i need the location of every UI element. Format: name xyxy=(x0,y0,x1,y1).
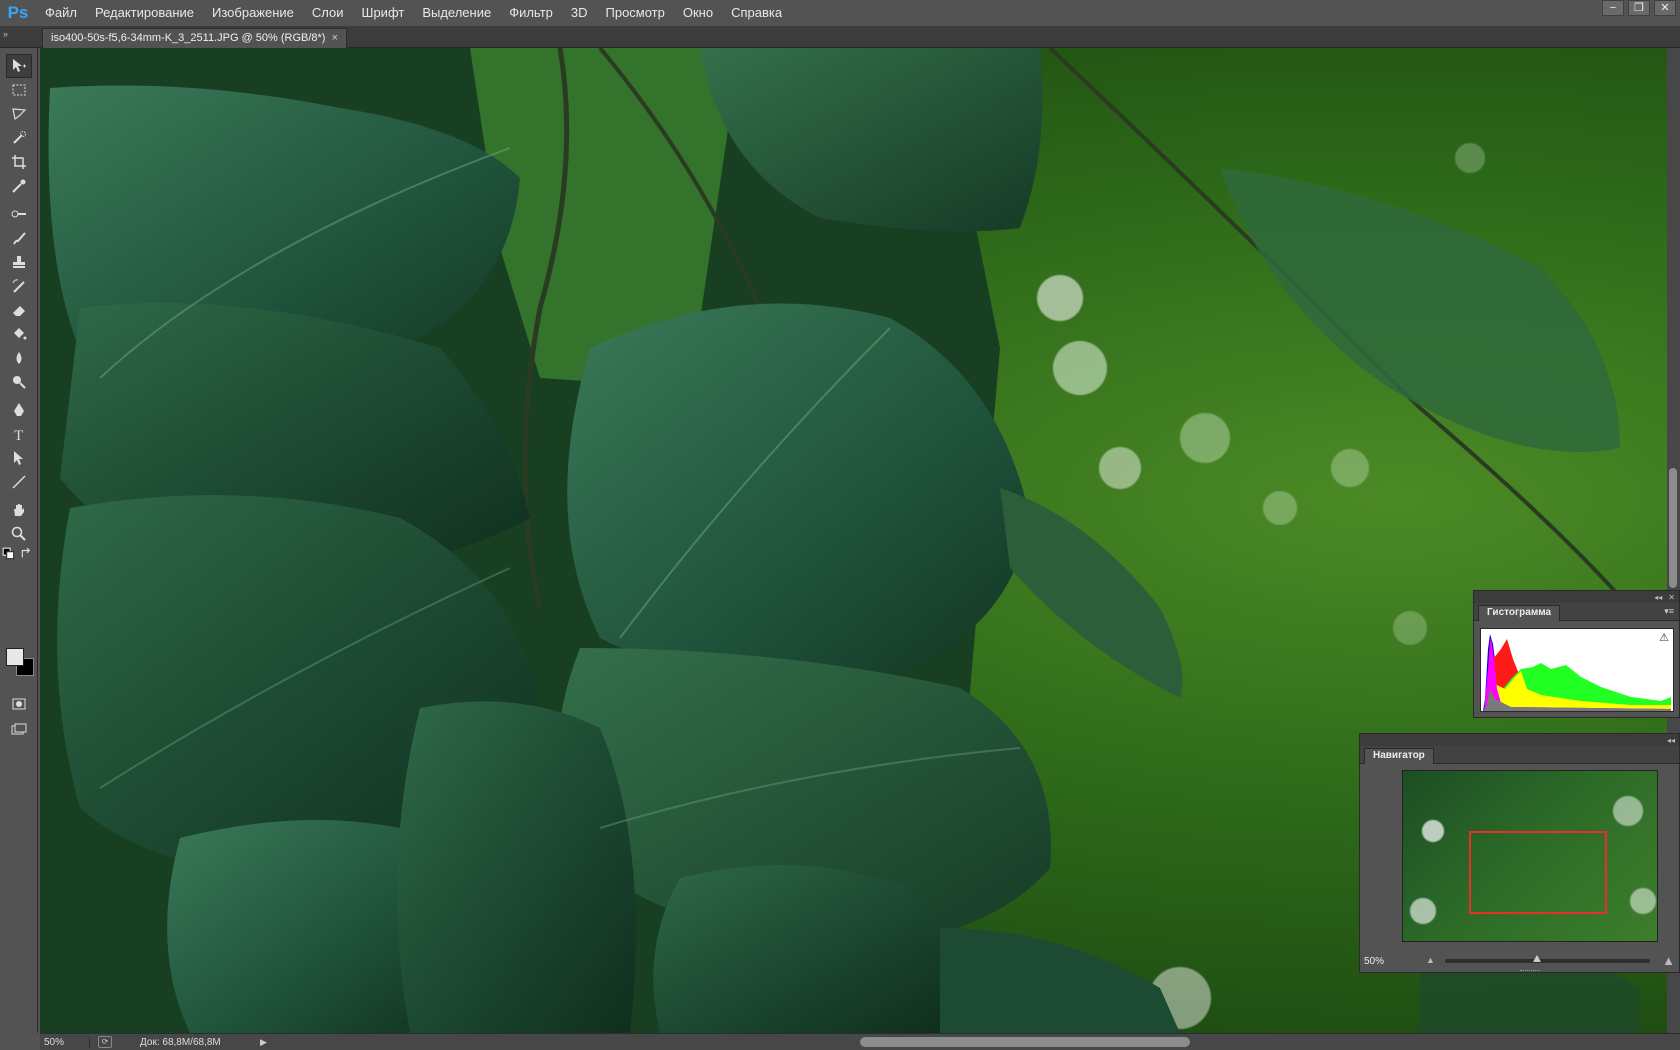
navigator-tab-row: Навигатор xyxy=(1360,746,1679,764)
menu-filter[interactable]: Фильтр xyxy=(500,0,562,26)
histogram-tab-row: Гистограмма ▾≡ xyxy=(1474,603,1679,621)
navigator-zoom-input[interactable]: 50% xyxy=(1360,956,1420,967)
document-tab[interactable]: iso400-50s-f5,6-34mm-K_3_2511.JPG @ 50% … xyxy=(42,28,347,48)
status-bar: 50% ⟳ Док: 68,8M/68,8M ▶ xyxy=(40,1033,1680,1050)
swap-colors-icon[interactable] xyxy=(20,547,34,560)
warning-icon[interactable]: ⚠ xyxy=(1659,631,1669,644)
navigator-thumbnail[interactable] xyxy=(1402,770,1658,942)
lasso-tool-icon[interactable] xyxy=(6,102,32,126)
histogram-titlebar: ◂◂ ✕ xyxy=(1474,591,1679,603)
healing-brush-icon[interactable] xyxy=(6,202,32,226)
collapse-panel-icon[interactable]: ◂◂ xyxy=(1654,593,1662,602)
histogram-graph xyxy=(1483,634,1671,711)
navigator-titlebar: ◂◂ xyxy=(1360,734,1679,746)
clone-stamp-icon[interactable] xyxy=(6,250,32,274)
brush-icon[interactable] xyxy=(6,226,32,250)
status-doc-size: Док: 68,8M/68,8M xyxy=(140,1036,221,1048)
photoshop-logo: Ps xyxy=(7,3,29,22)
zoom-out-icon[interactable]: ▲ xyxy=(1426,955,1435,965)
pen-icon[interactable] xyxy=(6,398,32,422)
line-icon[interactable] xyxy=(6,470,32,494)
panel-menu-icon[interactable]: ▾≡ xyxy=(1664,606,1674,617)
navigator-controls: 50% ▲ ▲ xyxy=(1360,950,1679,972)
move-tool-icon[interactable] xyxy=(6,54,32,78)
restore-button[interactable]: ❐ xyxy=(1628,0,1650,16)
navigator-view-rect[interactable] xyxy=(1469,831,1607,914)
collapse-panel-icon[interactable]: ◂◂ xyxy=(1667,736,1675,745)
svg-text:T: T xyxy=(14,428,23,443)
close-tab-icon[interactable]: × xyxy=(332,29,338,48)
horizontal-scrollbar[interactable] xyxy=(320,1037,1660,1047)
close-panel-icon[interactable]: ✕ xyxy=(1668,593,1675,602)
menu-window[interactable]: Окно xyxy=(674,0,722,26)
path-selection-icon[interactable] xyxy=(6,446,32,470)
eraser-icon[interactable] xyxy=(6,298,32,322)
document-tab-strip: » iso400-50s-f5,6-34mm-K_3_2511.JPG @ 50… xyxy=(0,26,1680,48)
document-tab-title: iso400-50s-f5,6-34mm-K_3_2511.JPG @ 50% … xyxy=(51,32,326,44)
close-button[interactable]: ✕ xyxy=(1654,0,1676,16)
zoom-icon[interactable] xyxy=(6,522,32,546)
menu-layers[interactable]: Слои xyxy=(303,0,353,26)
vertical-scroll-thumb[interactable] xyxy=(1669,468,1677,588)
default-colors-icon[interactable] xyxy=(2,547,16,560)
blur-drop-icon[interactable] xyxy=(6,346,32,370)
histogram-chart: ⚠ xyxy=(1480,628,1674,712)
window-controls: − ❐ ✕ xyxy=(1602,0,1676,16)
zoom-in-icon[interactable]: ▲ xyxy=(1662,953,1675,968)
menu-edit[interactable]: Редактирование xyxy=(86,0,203,26)
navigator-tab[interactable]: Навигатор xyxy=(1364,748,1434,764)
toolbox: T xyxy=(0,48,38,1033)
status-menu-arrow-icon[interactable]: ▶ xyxy=(260,1037,274,1048)
foreground-color[interactable] xyxy=(6,648,24,666)
menu-file[interactable]: Файл xyxy=(36,0,86,26)
history-brush-icon[interactable] xyxy=(6,274,32,298)
horizontal-scroll-thumb[interactable] xyxy=(860,1037,1190,1047)
hand-icon[interactable] xyxy=(6,498,32,522)
menu-3d[interactable]: 3D xyxy=(562,0,597,26)
zoom-slider[interactable] xyxy=(1445,955,1650,963)
navigator-panel: ◂◂ Навигатор 50% ▲ ▲ xyxy=(1359,733,1680,973)
color-swatches[interactable] xyxy=(6,648,36,678)
menu-bar: Ps Файл Редактирование Изображение Слои … xyxy=(0,0,1680,26)
minimize-button[interactable]: − xyxy=(1602,0,1624,16)
expand-panels-icon[interactable]: » xyxy=(3,29,8,39)
zoom-slider-knob[interactable] xyxy=(1533,955,1541,962)
histogram-tab[interactable]: Гистограмма xyxy=(1478,605,1561,621)
histogram-panel: ◂◂ ✕ Гистограмма ▾≡ ⚠ xyxy=(1473,590,1680,718)
screen-mode-icon[interactable] xyxy=(6,718,32,742)
menu-image[interactable]: Изображение xyxy=(203,0,303,26)
type-icon[interactable]: T xyxy=(6,422,32,446)
menu-view[interactable]: Просмотр xyxy=(597,0,674,26)
crop-tool-icon[interactable] xyxy=(6,150,32,174)
marquee-tool-icon[interactable] xyxy=(6,78,32,102)
paint-bucket-icon[interactable] xyxy=(6,322,32,346)
menu-type[interactable]: Шрифт xyxy=(353,0,414,26)
status-zoom-field[interactable]: 50% xyxy=(40,1036,90,1048)
menu-help[interactable]: Справка xyxy=(722,0,791,26)
status-sync-icon[interactable]: ⟳ xyxy=(98,1036,112,1048)
dodge-icon[interactable] xyxy=(6,370,32,394)
quick-mask-icon[interactable] xyxy=(6,692,32,716)
quick-selection-icon[interactable] xyxy=(6,126,32,150)
menu-select[interactable]: Выделение xyxy=(413,0,500,26)
resize-grip-icon[interactable] xyxy=(1520,970,1540,972)
menu-items: Файл Редактирование Изображение Слои Шри… xyxy=(36,0,791,26)
eyedropper-icon[interactable] xyxy=(6,174,32,198)
